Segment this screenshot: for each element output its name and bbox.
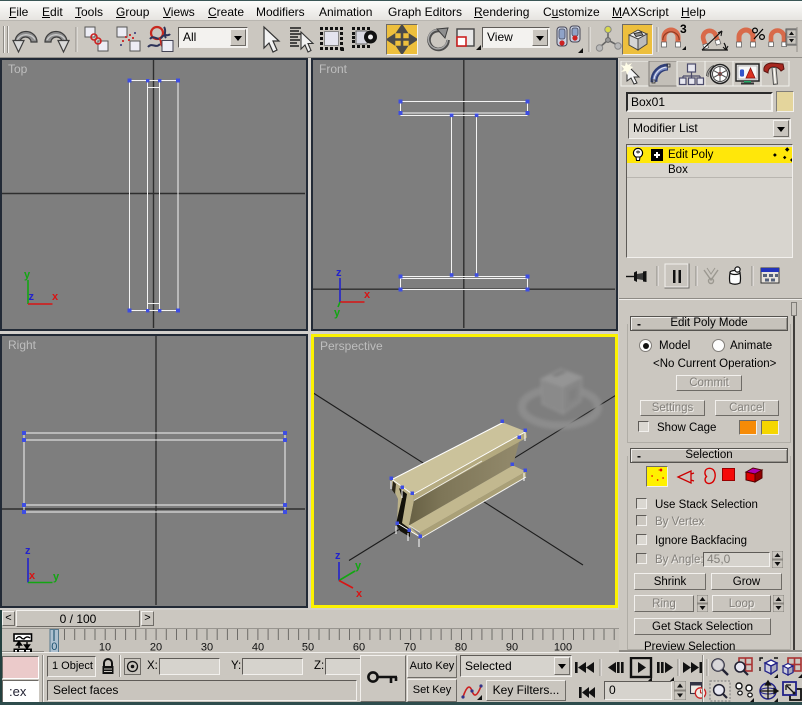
svg-text:40: 40 (252, 642, 264, 653)
svg-text:y: y (355, 560, 362, 572)
svg-text:80: 80 (455, 642, 467, 653)
svg-text:x: x (364, 289, 371, 301)
svg-text:z: z (335, 550, 341, 562)
svg-text:3: 3 (680, 22, 687, 36)
svg-text:10: 10 (99, 642, 111, 653)
svg-text:0: 0 (51, 641, 57, 652)
svg-text:z: z (336, 267, 342, 279)
svg-text:y: y (24, 269, 31, 281)
svg-text:x: x (29, 570, 36, 582)
svg-text:90: 90 (506, 642, 518, 653)
svg-text:z: z (25, 545, 31, 557)
svg-text:20: 20 (150, 642, 162, 653)
svg-text:60: 60 (353, 642, 365, 653)
svg-text:70: 70 (404, 642, 416, 653)
svg-text:30: 30 (201, 642, 213, 653)
svg-text:z: z (29, 291, 35, 303)
svg-text:100: 100 (554, 642, 572, 653)
svg-text:y: y (334, 307, 341, 319)
svg-text:x: x (52, 291, 59, 303)
svg-text:50: 50 (302, 642, 314, 653)
svg-text:y: y (53, 571, 60, 583)
svg-text:x: x (356, 588, 363, 600)
